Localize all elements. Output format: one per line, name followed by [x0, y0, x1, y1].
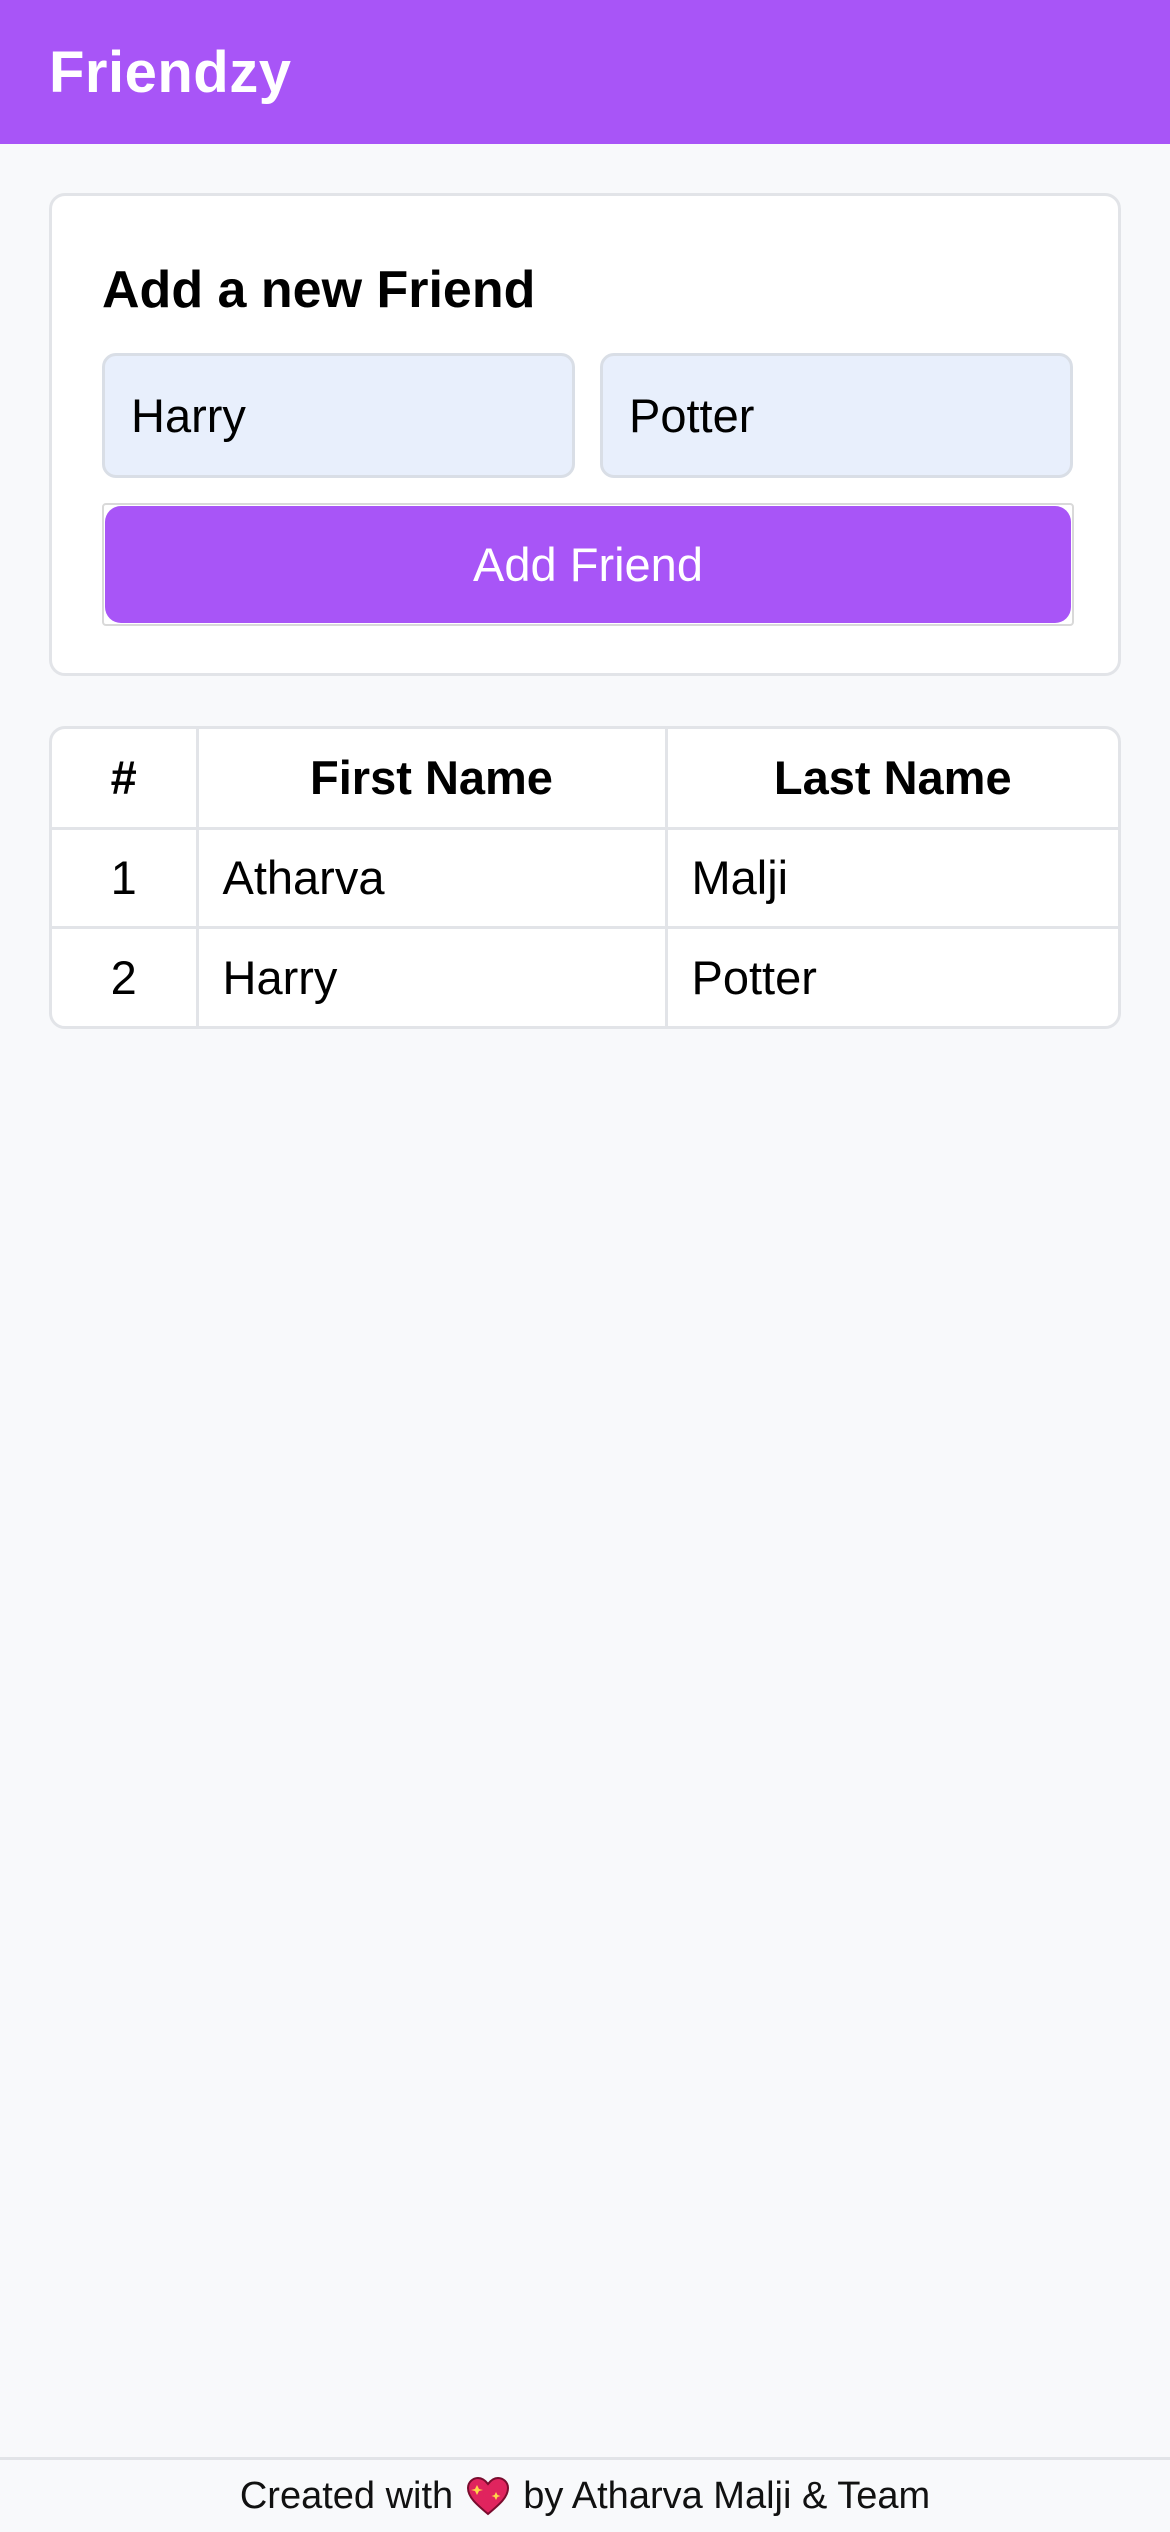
sparkling-heart-icon	[465, 2473, 511, 2519]
cell-first-name: Atharva	[197, 828, 668, 929]
cell-index: 1	[52, 828, 199, 929]
last-name-input[interactable]	[600, 353, 1073, 478]
footer: Created with by Atharva Malji & Team	[0, 2457, 1170, 2532]
cell-last-name: Malji	[666, 828, 1118, 929]
column-header-first-name: First Name	[197, 729, 668, 830]
table-header-row: # First Name Last Name	[52, 729, 1118, 830]
add-friend-button-focus-ring: Add Friend	[102, 503, 1074, 626]
friends-table-card: # First Name Last Name 1 Atharva Malji 2…	[49, 726, 1121, 1029]
footer-prefix-text: Created with	[239, 2474, 454, 2517]
app-root: Friendzy Add a new Friend Add Friend # F…	[0, 0, 1170, 2532]
column-header-index: #	[52, 729, 199, 830]
column-header-last-name: Last Name	[666, 729, 1118, 830]
add-friend-form-card: Add a new Friend Add Friend	[49, 193, 1121, 676]
friends-table: # First Name Last Name 1 Atharva Malji 2…	[52, 729, 1118, 1026]
footer-suffix-text: by Atharva Malji & Team	[523, 2474, 931, 2517]
cell-first-name: Harry	[197, 927, 668, 1026]
cell-index: 2	[52, 927, 199, 1026]
add-friend-button[interactable]: Add Friend	[105, 506, 1071, 623]
cell-last-name: Potter	[691, 950, 817, 1004]
navbar: Friendzy	[0, 0, 1170, 144]
first-name-input[interactable]	[102, 353, 575, 478]
table-row: 1 Atharva Malji	[52, 828, 1118, 929]
form-title: Add a new Friend	[102, 261, 536, 319]
table-row: 2 Harry Potter	[52, 927, 1118, 1026]
brand-logo-text[interactable]: Friendzy	[49, 39, 292, 106]
